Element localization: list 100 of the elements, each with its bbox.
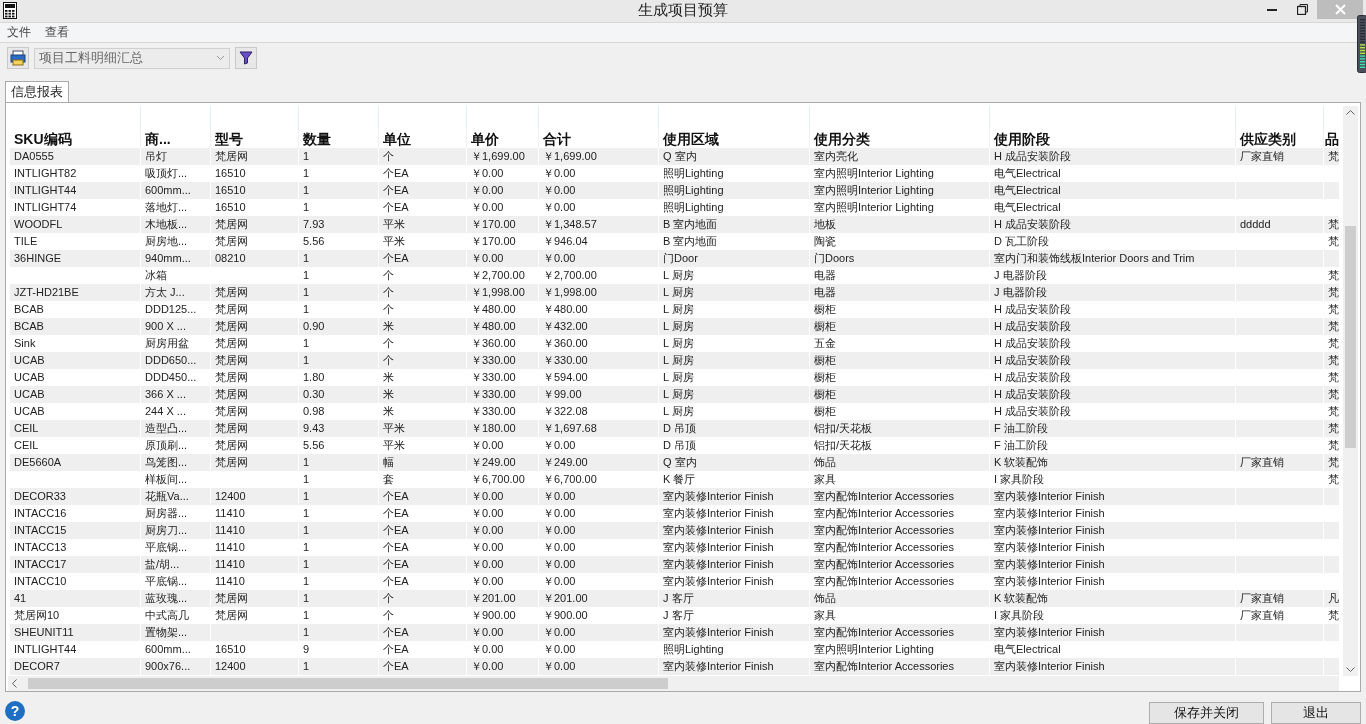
horizontal-scrollbar[interactable] (8, 676, 1339, 692)
table-cell: 0.30 (299, 386, 379, 404)
table-cell: ￥330.00 (467, 386, 539, 404)
table-cell: 1 (299, 624, 379, 642)
table-cell: ￥1,998.00 (467, 284, 539, 302)
dialog-button[interactable]: 保存并关闭 (1149, 702, 1264, 724)
table-cell: CEIL (10, 420, 141, 438)
table-cell: ￥0.00 (467, 522, 539, 540)
restore-icon[interactable] (1296, 4, 1308, 15)
table-cell: 平米 (379, 420, 467, 438)
table-cell: 室内装修Interior Finish (990, 522, 1236, 540)
table-cell: 1 (299, 148, 379, 166)
table-cell: 1 (299, 556, 379, 574)
table-cell: 幅 (379, 454, 467, 472)
table-cell: J 电器阶段 (990, 284, 1236, 302)
table-cell: 橱柜 (810, 352, 990, 370)
table-cell: 鸟笼图... (141, 454, 211, 472)
scrollbar-thumb[interactable] (28, 678, 668, 690)
menu-item[interactable]: 查看 (45, 23, 69, 41)
minimize-icon[interactable] (1267, 8, 1277, 11)
table-cell: 室内门和装饰线板Interior Doors and Trim (990, 250, 1236, 268)
print-button[interactable] (7, 47, 29, 70)
table-cell: 米 (379, 386, 467, 404)
close-button[interactable] (1317, 0, 1363, 19)
table-cell: H 成品安装阶段 (990, 318, 1236, 336)
table-cell: INTLIGHT44 (10, 182, 141, 200)
vertical-scrollbar[interactable] (1343, 106, 1358, 677)
table-cell: ￥432.00 (539, 318, 659, 336)
table-cell: 平米 (379, 216, 467, 234)
table-cell: F 油工阶段 (990, 420, 1236, 438)
table-cell: ￥0.00 (539, 182, 659, 200)
table-cell: 室内配饰Interior Accessories (810, 522, 990, 540)
table-cell: 41 (10, 590, 141, 608)
table-cell: 橱柜 (810, 318, 990, 336)
table-cell: 置物架... (141, 624, 211, 642)
table-cell: 室内配饰Interior Accessories (810, 658, 990, 676)
table-cell: JZT-HD21BE (10, 284, 141, 302)
table-cell: 地板 (810, 216, 990, 234)
table-cell: 室内装修Interior Finish (990, 556, 1236, 574)
table-cell: 门Doors (810, 250, 990, 268)
table-cell: 室内装修Interior Finish (990, 624, 1236, 642)
table-cell: 个 (379, 352, 467, 370)
filter-button[interactable] (235, 47, 257, 70)
table-cell: K 软装配饰 (990, 454, 1236, 472)
table-cell: 室内配饰Interior Accessories (810, 624, 990, 642)
table-cell: ￥0.00 (467, 250, 539, 268)
table-cell: 梵居网 (211, 352, 299, 370)
table-cell: L 厨房 (659, 352, 810, 370)
table-cell: 造型凸... (141, 420, 211, 438)
table-cell: ￥201.00 (467, 590, 539, 608)
report-select[interactable]: 项目工料明细汇总 (34, 47, 230, 69)
table-cell: 个EA (379, 488, 467, 506)
table-cell: DECOR7 (10, 658, 141, 676)
table-cell: 室内装修Interior Finish (990, 488, 1236, 506)
table-cell: ￥1,998.00 (539, 284, 659, 302)
calculator-icon (3, 2, 17, 19)
table-cell: ￥0.00 (539, 556, 659, 574)
table-cell: 12400 (211, 488, 299, 506)
table-cell: 1 (299, 284, 379, 302)
table-cell: 室内配饰Interior Accessories (810, 488, 990, 506)
menu-item[interactable]: 文件 (7, 23, 31, 41)
table-cell: 铝扣/天花板 (810, 420, 990, 438)
tab[interactable]: 信息报表 (5, 81, 69, 103)
table-cell: BCAB (10, 318, 141, 336)
table-cell: J 客厅 (659, 590, 810, 608)
table-cell: 梵居网 (211, 216, 299, 234)
table-cell: 梵居网 (211, 420, 299, 438)
table-cell: K 软装配饰 (990, 590, 1236, 608)
table-cell: INTACC15 (10, 522, 141, 540)
table-cell: DA0555 (10, 148, 141, 166)
table-cell: ￥249.00 (467, 454, 539, 472)
table-cell: 12400 (211, 658, 299, 676)
table-cell: 厂家直销 (1236, 148, 1324, 166)
table-cell: DDD650... (141, 352, 211, 370)
table-cell: 7.93 (299, 216, 379, 234)
dialog-button[interactable]: 退出 (1271, 702, 1361, 724)
table-cell: H 成品安装阶段 (990, 216, 1236, 234)
table-cell: DE5660A (10, 454, 141, 472)
table-cell: ￥480.00 (467, 318, 539, 336)
table-cell: ￥0.00 (467, 658, 539, 676)
table-cell: 方太 J... (141, 284, 211, 302)
scrollbar-thumb[interactable] (1345, 226, 1357, 449)
help-button[interactable]: ? (5, 701, 25, 722)
table-cell: 电气Electrical (990, 182, 1236, 200)
table-cell: D 吊顶 (659, 420, 810, 438)
table-cell: H 成品安装阶段 (990, 352, 1236, 370)
table-cell: ￥0.00 (539, 522, 659, 540)
table-cell: INTACC17 (10, 556, 141, 574)
table-cell: ￥0.00 (539, 658, 659, 676)
table-cell: 室内亮化 (810, 148, 990, 166)
table-cell: 厂家直销 (1236, 454, 1324, 472)
table-cell: L 厨房 (659, 284, 810, 302)
table-cell: 室内装修Interior Finish (659, 488, 810, 506)
table-cell: 门Door (659, 250, 810, 268)
table-cell: 个 (379, 590, 467, 608)
window-title: 生成项目预算 (638, 1, 728, 21)
table-cell: ￥0.00 (539, 488, 659, 506)
table-cell: ￥0.00 (467, 556, 539, 574)
table-cell: ￥0.00 (467, 488, 539, 506)
table-cell: ￥0.00 (539, 624, 659, 642)
